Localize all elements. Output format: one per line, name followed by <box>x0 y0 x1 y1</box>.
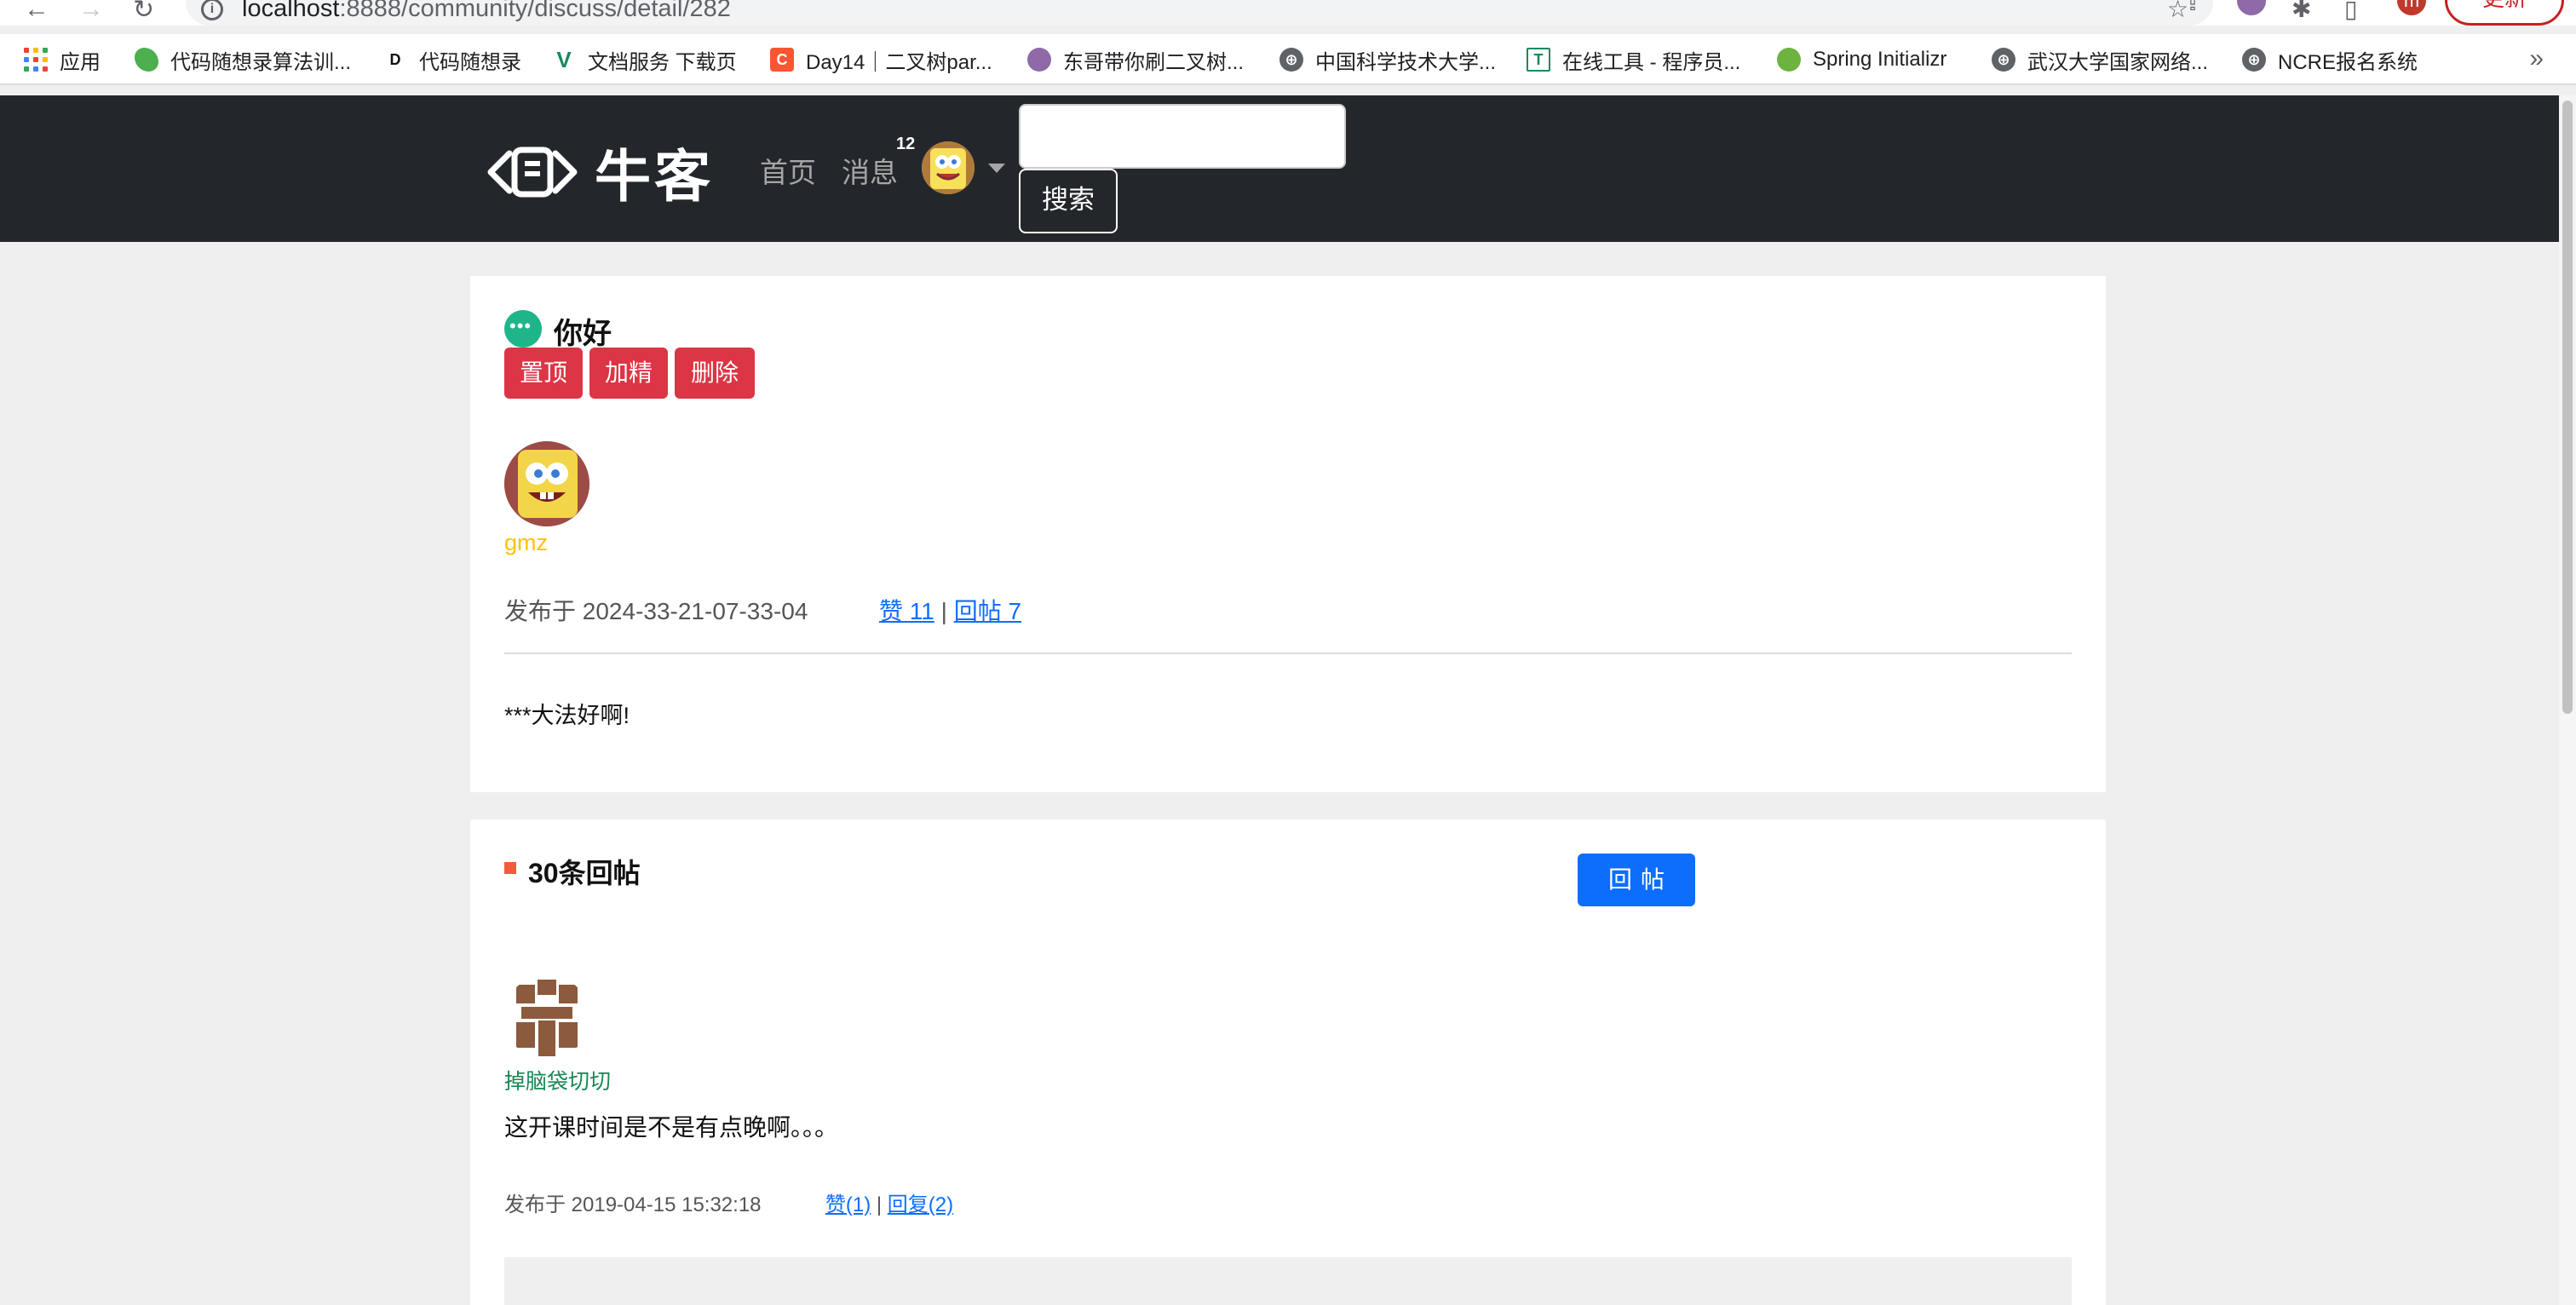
bookmarks-bar: 应用 代码随想录算法训... D 代码随想录 V 文档服务 下载页 C Day1… <box>0 34 2576 85</box>
side-panel-icon[interactable]: ▯ <box>2344 0 2357 23</box>
nowcoder-logo-icon <box>487 147 578 198</box>
search-button[interactable]: 搜索 <box>1019 169 1118 233</box>
post-content: ***大法好啊! <box>504 703 630 728</box>
back-icon[interactable]: ← <box>24 0 49 24</box>
square-bullet-icon <box>504 862 516 874</box>
logo-text: 牛客 <box>595 145 714 208</box>
reply-like-link[interactable]: 赞(1) <box>825 1193 871 1216</box>
replier-avatar[interactable] <box>504 974 589 1060</box>
profile-avatar[interactable]: m <box>2397 0 2426 15</box>
bookmark-item[interactable]: V 文档服务 下载页 <box>552 44 737 75</box>
nav-messages[interactable]: 消息 <box>842 150 898 191</box>
post-published-time: 发布于 2024-33-21-07-33-04 <box>504 598 808 624</box>
mark-wonderful-button[interactable]: 加精 <box>589 348 668 399</box>
address-bar[interactable]: i localhost:8888/community/discuss/detai… <box>186 0 2213 26</box>
bookmark-star-icon[interactable]: ☆ <box>2167 0 2188 23</box>
reply-count-title: 30条回帖 <box>528 858 641 888</box>
pin-top-button[interactable]: 置顶 <box>504 348 583 399</box>
author-name[interactable]: gmz <box>504 530 548 556</box>
update-button[interactable]: 更新 <box>2445 0 2564 26</box>
url-text[interactable]: localhost:8888/community/discuss/detail/… <box>242 0 731 23</box>
chat-bubble-icon <box>504 310 542 348</box>
post-title: 你好 <box>554 318 612 350</box>
avatar-favicon-icon <box>1027 48 1051 72</box>
search-input[interactable] <box>1019 104 1346 169</box>
scrollbar-thumb[interactable] <box>2562 101 2573 714</box>
page-scrollbar[interactable] <box>2559 95 2576 1305</box>
extension-icon[interactable] <box>2237 0 2266 15</box>
bookmarks-overflow-icon[interactable]: » <box>2529 44 2544 73</box>
v-logo-icon: V <box>552 48 576 72</box>
reply-content: 这开课时间是不是有点晚啊。。。 <box>504 1114 839 1141</box>
message-count-badge: 12 <box>896 135 916 153</box>
apps-grid-icon <box>24 48 48 72</box>
site-info-icon[interactable]: i <box>201 0 223 20</box>
sub-reply-box <box>504 1257 2072 1305</box>
reply-meta: 发布于 2019-04-15 15:32:18 赞(1) | 回复(2) <box>504 1193 954 1216</box>
bookmark-item[interactable]: ⊕ 中国科学技术大学... <box>1279 44 1496 75</box>
bookmark-item[interactable]: Spring Initializr <box>1777 44 1946 75</box>
like-link[interactable]: 赞 11 <box>879 598 934 624</box>
post-meta: 发布于 2024-33-21-07-33-04 赞 11 | 回帖 7 <box>504 598 1022 624</box>
extensions-puzzle-icon[interactable]: ✱ <box>2291 0 2311 23</box>
bookmark-item[interactable]: T 在线工具 - 程序员... <box>1527 44 1740 75</box>
bookmark-item[interactable]: 代码随想录算法训... <box>135 44 351 75</box>
post-card: 你好 置顶 加精 删除 gmz 发布于 2024-33-21-07-33-04 … <box>470 276 2106 792</box>
spongebob-avatar-icon <box>504 441 589 526</box>
chevron-down-icon[interactable] <box>988 164 1005 173</box>
csdn-c-icon: C <box>770 48 794 72</box>
replies-card: 30条回帖 回帖 掉脑袋切切 这开课时间是不是有点晚啊。。。 发布于 2019-… <box>470 819 2106 1305</box>
spring-leaf-icon <box>1777 48 1801 72</box>
bookmark-item[interactable]: C Day14｜二叉树par... <box>770 44 992 75</box>
letter-d-icon: D <box>383 48 407 72</box>
site-logo[interactable]: 牛客 <box>486 131 714 213</box>
reply-published-time: 发布于 2019-04-15 15:32:18 <box>504 1193 762 1216</box>
bookmark-item[interactable]: 东哥带你刷二叉树... <box>1027 44 1244 75</box>
delete-button[interactable]: 删除 <box>675 348 755 399</box>
forward-icon[interactable]: → <box>78 0 104 24</box>
reload-icon[interactable]: ↻ <box>133 0 154 25</box>
author-avatar[interactable] <box>504 441 589 526</box>
nav-home[interactable]: 首页 <box>760 150 816 191</box>
bookmark-apps[interactable]: 应用 <box>24 44 101 75</box>
tool-t-icon: T <box>1527 48 1550 72</box>
spongebob-avatar-icon <box>922 141 975 194</box>
reply-count-link[interactable]: 回帖 7 <box>954 598 1021 624</box>
globe-icon: ⊕ <box>2242 48 2266 72</box>
reply-post-button[interactable]: 回帖 <box>1578 854 1695 906</box>
replier-name[interactable]: 掉脑袋切切 <box>504 1065 611 1095</box>
bookmark-item[interactable]: ⊕ 武汉大学国家网络... <box>1992 44 2208 75</box>
leaf-icon <box>135 48 158 72</box>
browser-toolbar: ← → ↻ i localhost:8888/community/discuss… <box>0 0 2576 26</box>
globe-icon: ⊕ <box>1279 48 1303 72</box>
identicon-avatar-icon <box>504 974 589 1060</box>
reply-reply-link[interactable]: 回复(2) <box>888 1193 953 1216</box>
user-avatar[interactable] <box>922 141 975 194</box>
bookmark-item[interactable]: D 代码随想录 <box>383 44 521 75</box>
bookmark-item[interactable]: ⊕ NCRE报名系统 <box>2242 44 2418 75</box>
divider <box>504 652 2072 654</box>
globe-icon: ⊕ <box>1992 48 2015 72</box>
